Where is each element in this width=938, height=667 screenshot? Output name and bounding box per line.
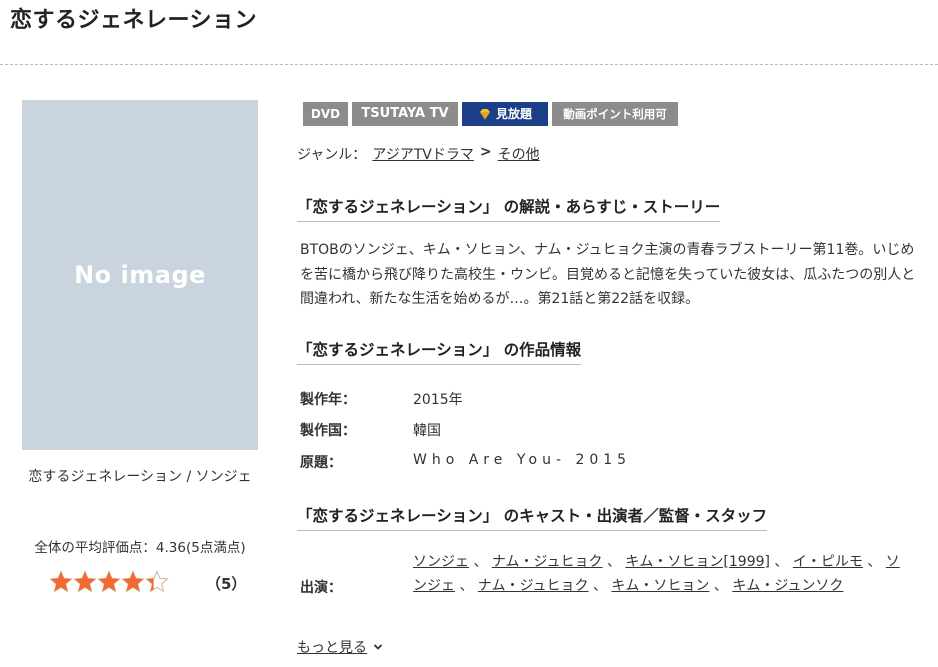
info-heading: 「恋するジェネレーション」 の作品情報 bbox=[297, 338, 582, 365]
chevron-down-icon bbox=[373, 644, 383, 650]
synopsis-heading: 「恋するジェネレーション」 の解説・あらすじ・ストーリー bbox=[297, 195, 721, 222]
country-label: 製作国： bbox=[300, 423, 356, 439]
genre-separator: > bbox=[479, 144, 492, 160]
genre-link-other[interactable]: その他 bbox=[498, 144, 540, 164]
original-title-value: Who Are You- 2015 bbox=[413, 452, 632, 468]
cast-delimiter: 、 bbox=[602, 554, 626, 570]
cast-link[interactable]: イ・ピルモ bbox=[793, 554, 863, 570]
average-rating: 全体の平均評価点：4.36(5点満点) bbox=[34, 540, 246, 556]
star-icon bbox=[145, 570, 169, 594]
cast-delimiter: 、 bbox=[862, 554, 886, 570]
synopsis-text: BTOBのソンジェ、キム・ソヒョン、ナム・ジュヒョク主演の青春ラブストーリー第1… bbox=[300, 242, 916, 307]
cast-delimiter: 、 bbox=[709, 578, 733, 594]
cast-heading: 「恋するジェネレーション」 のキャスト・出演者／監督・スタッフ bbox=[297, 504, 768, 531]
year-label: 製作年： bbox=[300, 392, 356, 408]
genre-label: ジャンル： bbox=[297, 147, 367, 163]
star-icon bbox=[49, 570, 73, 594]
poster-image[interactable]: No image bbox=[22, 100, 258, 450]
header-divider bbox=[0, 64, 938, 65]
star-icon bbox=[97, 570, 121, 594]
cast-list: ソンジェ 、 ナム・ジュヒョク 、 キム・ソヒョン[1999] 、 イ・ピルモ … bbox=[413, 550, 913, 598]
genre-breadcrumb: ジャンル： アジアTVドラマ > その他 bbox=[297, 144, 540, 164]
star-icon bbox=[121, 570, 145, 594]
cast-delimiter: 、 bbox=[455, 578, 478, 594]
cast-label: 出演： bbox=[300, 580, 342, 596]
page-title: 恋するジェネレーション bbox=[10, 8, 258, 33]
item-caption: 恋するジェネレーション / ソンジェ bbox=[28, 469, 252, 485]
gem-icon bbox=[479, 109, 490, 120]
cast-link[interactable]: ナム・ジュヒョク bbox=[492, 554, 603, 570]
review-count[interactable]: （5） bbox=[206, 573, 246, 594]
badge-dvd: DVD bbox=[303, 102, 348, 126]
cast-link[interactable]: キム・ソヒョン bbox=[611, 578, 709, 594]
badge-row: DVD TSUTAYA TV 見放題 動画ポイント利用可 bbox=[303, 102, 678, 126]
cast-delimiter: 、 bbox=[769, 554, 793, 570]
more-link[interactable]: もっと見る bbox=[297, 637, 383, 657]
year-value: 2015年 bbox=[413, 392, 463, 408]
original-title-label: 原題： bbox=[300, 455, 342, 471]
cast-delimiter: 、 bbox=[588, 578, 612, 594]
cast-link[interactable]: キム・ソヒョン[1999] bbox=[625, 554, 770, 570]
badge-mihodai-label: 見放題 bbox=[495, 107, 532, 121]
star-rating bbox=[49, 570, 169, 594]
badge-mihodai: 見放題 bbox=[462, 102, 548, 126]
cast-link[interactable]: ソンジェ bbox=[413, 554, 469, 570]
star-icon bbox=[73, 570, 97, 594]
badge-point: 動画ポイント利用可 bbox=[552, 102, 678, 126]
no-image-text: No image bbox=[74, 261, 206, 289]
badge-tsutaya-tv: TSUTAYA TV bbox=[352, 102, 458, 126]
genre-link-asia-tv-drama[interactable]: アジアTVドラマ bbox=[372, 144, 474, 164]
more-link-label: もっと見る bbox=[297, 640, 367, 656]
cast-delimiter: 、 bbox=[469, 554, 492, 570]
country-value: 韓国 bbox=[413, 423, 441, 439]
cast-link[interactable]: ナム・ジュヒョク bbox=[478, 578, 589, 594]
cast-link[interactable]: キム・ジュンソク bbox=[732, 578, 843, 594]
